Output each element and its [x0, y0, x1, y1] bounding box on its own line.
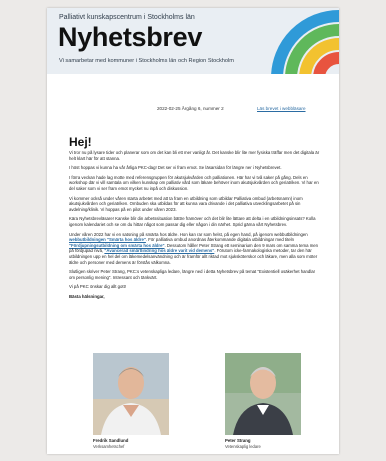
paragraph: Under våren 2022 har vi en satsning på s… — [69, 232, 321, 266]
paragraph: I höst hoppas vi kunna ha vår årliga PKC… — [69, 165, 282, 171]
portrait-photo — [225, 353, 301, 435]
paragraph: I förra veckan hade lag motte med refere… — [69, 174, 319, 191]
web-version-link[interactable]: Läs brevet i webbläsare — [257, 106, 306, 111]
org-name: Palliativt kunskapscentrum i Stockholms … — [59, 14, 195, 21]
person-role: Verksamhetschef — [93, 444, 125, 449]
newsletter-header: Palliativt kunskapscentrum i Stockholms … — [47, 8, 339, 74]
newsletter-page: Palliativt kunskapscentrum i Stockholms … — [47, 8, 339, 454]
paragraph: Vi på PKC önskar dig allt gott! — [69, 284, 127, 290]
newsletter-title: Nyhetsbrev — [58, 22, 203, 52]
person-name: Fredrik Sandlund — [93, 438, 129, 443]
signoff: Bästa hälsningar, — [69, 293, 105, 299]
course-link-avancerad[interactable]: "Avancerad smärtlindring hos äldre varit… — [104, 248, 214, 253]
person-card: Peter Strang Vetenskaplig ledare — [225, 353, 301, 449]
paragraph: Vi tror nu på lysare tider och planerar … — [69, 150, 320, 161]
person-role: Vetenskaplig ledare — [225, 444, 261, 449]
issue-date: 2022-02-25 Årgång 6, nummer 2 — [157, 106, 224, 111]
newsletter-body: Hej! Vi tror nu på lysare tider och plan… — [69, 136, 321, 303]
course-link-fordjupning[interactable]: "Fördjupningsutbildning om smärta hos äl… — [69, 243, 165, 248]
person-card: Fredrik Sandlund Verksamhetschef — [93, 353, 169, 449]
newsletter-subtitle: Vi samarbetar med kommuner i Stockholms … — [59, 58, 234, 64]
paragraph-text: . För palliativa ombud anordnas återkomm… — [145, 237, 294, 243]
paragraph: Vi kommer också under våren starta arbet… — [69, 195, 303, 212]
course-link-smarta[interactable]: webbutbildningen "Smärta hos äldre" — [69, 237, 146, 242]
paragraph: Kära Nyhetsbrevläsare! Kanske blir din a… — [69, 216, 316, 227]
paragraph: Slutligen skriver Peter Strang, PKC:s ve… — [69, 269, 316, 280]
greeting: Hej! — [69, 135, 92, 149]
paragraph-text: Under våren 2022 har vi en satsning på s… — [69, 231, 308, 237]
portrait-photo — [93, 353, 169, 435]
rainbow-logo — [271, 10, 339, 74]
person-name: Peter Strang — [225, 438, 251, 443]
